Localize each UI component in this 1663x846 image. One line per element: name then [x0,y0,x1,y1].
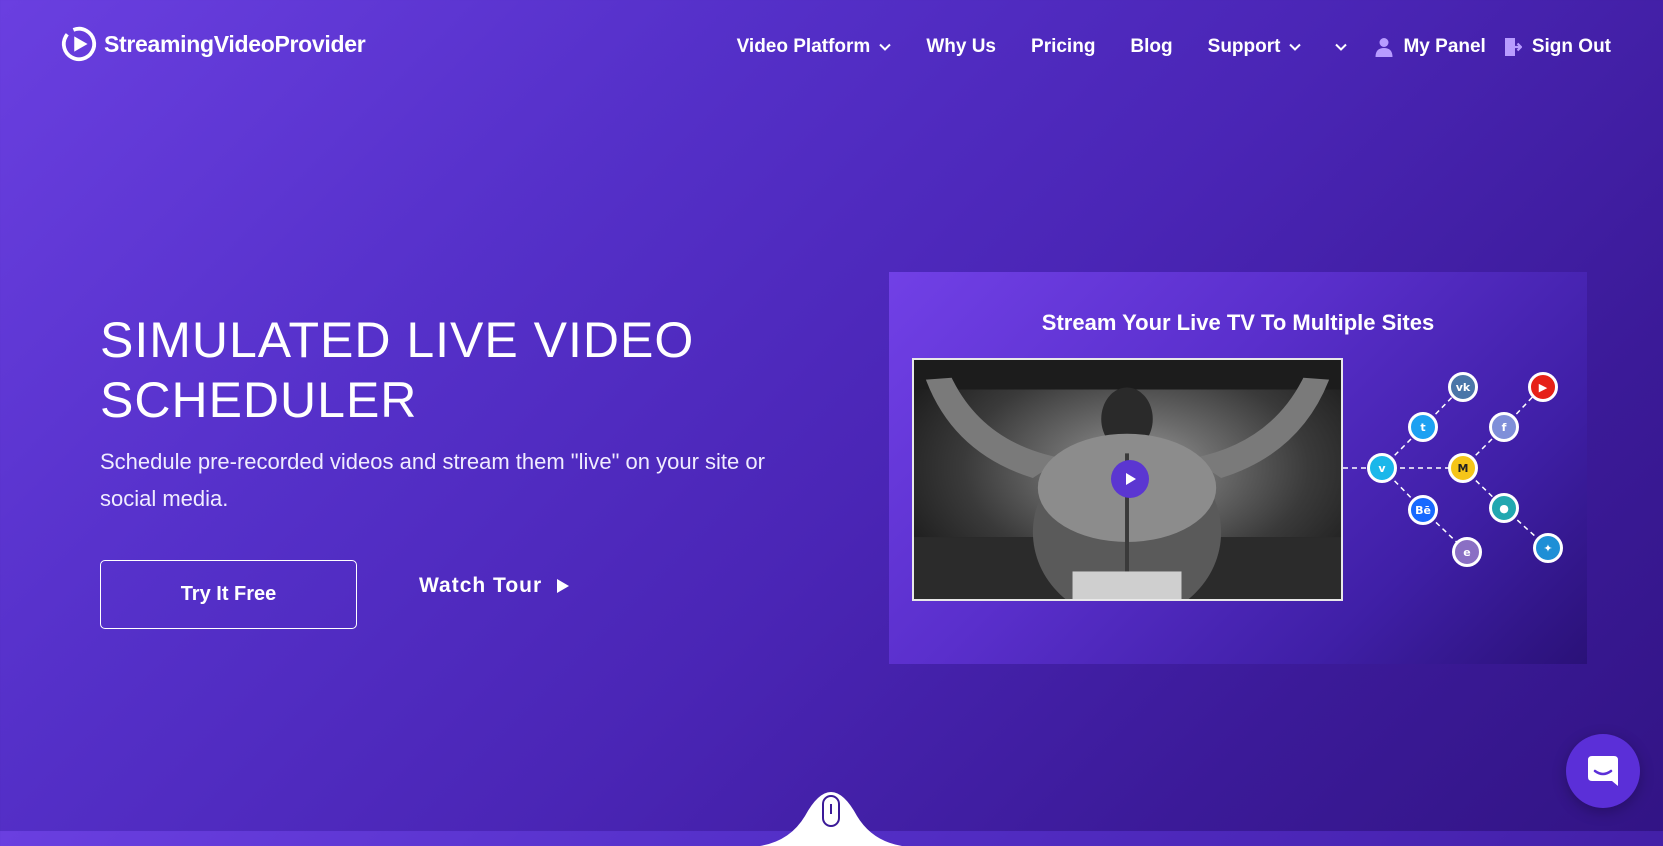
chat-icon [1588,756,1618,786]
video-play-button[interactable] [1111,460,1149,498]
promo-panel: Stream Your Live TV To Multiple Sites v … [889,272,1587,664]
nav-my-panel-label: My Panel [1403,36,1486,57]
network-lines [1343,385,1549,553]
generic-app-icon: ✦ [1533,533,1563,563]
chevron-down-icon [879,43,892,51]
main-nav: Video Platform Why Us Pricing Blog Suppo… [737,32,1611,62]
hero-title: SIMULATED LIVE VIDEO SCHEDULER [100,312,695,428]
watch-tour-link[interactable]: Watch Tour [419,574,570,598]
chevron-down-icon [1289,43,1302,51]
chat-button[interactable] [1566,734,1640,808]
vk-icon: vk [1448,372,1478,402]
logo-text: StreamingVideoProvider [104,30,366,57]
sign-out-icon [1504,38,1522,56]
edge-icon: e [1452,537,1482,567]
twitter-icon: t [1408,412,1438,442]
nav-video-platform[interactable]: Video Platform [737,36,892,58]
nav-why-us[interactable]: Why Us [926,36,996,58]
chevron-down-icon [1335,43,1348,51]
hero-subtitle: Schedule pre-recorded videos and stream … [100,449,765,511]
mixer-icon: M [1448,453,1478,483]
facebook-icon: f [1489,412,1519,442]
vimeo-icon: v [1367,453,1397,483]
language-dropdown[interactable] [1335,38,1348,56]
nav-pricing[interactable]: Pricing [1031,36,1095,58]
nav-my-panel[interactable]: My Panel [1375,36,1486,58]
social-network-diagram: v t vk Bē M f ▶ e ● ✦ [1343,372,1587,602]
play-icon [1126,473,1136,485]
behance-icon: Bē [1408,495,1438,525]
play-logo-icon [61,26,97,62]
watch-tour-label: Watch Tour [419,574,543,597]
video-player[interactable] [912,358,1343,601]
nav-pricing-label: Pricing [1031,36,1096,57]
nav-video-platform-label: Video Platform [736,36,871,57]
map-pin-icon: ● [1489,493,1519,523]
promo-title: Stream Your Live TV To Multiple Sites [1041,310,1435,335]
youtube-icon: ▶ [1528,372,1558,402]
nav-why-us-label: Why Us [926,36,997,57]
play-icon [557,579,570,593]
scroll-down-indicator[interactable] [760,786,902,846]
nav-blog-label: Blog [1130,36,1173,57]
nav-sign-out-label: Sign Out [1531,36,1611,57]
nav-support-label: Support [1207,36,1281,57]
nav-sign-out[interactable]: Sign Out [1504,36,1611,58]
try-it-free-button[interactable]: Try It Free [100,560,357,629]
logo[interactable]: StreamingVideoProvider [60,25,366,63]
nav-blog[interactable]: Blog [1130,36,1172,58]
user-icon [1375,38,1393,57]
nav-support[interactable]: Support [1208,36,1302,58]
